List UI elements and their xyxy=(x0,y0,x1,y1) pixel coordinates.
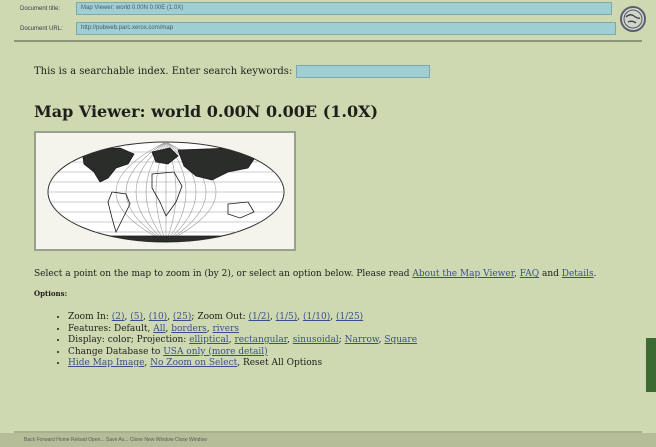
document-title-row: Document title: Map Viewer: world 0.00N … xyxy=(20,2,612,15)
display-label: Display: color; Projection: xyxy=(68,335,190,345)
options-list: Zoom In: (2), (5), (10), (25); Zoom Out:… xyxy=(34,312,624,370)
zoom-out-fifth-link[interactable]: (1/5) xyxy=(276,312,298,322)
features-all-link[interactable]: All xyxy=(153,324,165,334)
features-options-item: Features: Default, All, borders, rivers xyxy=(68,324,624,336)
no-zoom-on-select-link[interactable]: No Zoom on Select xyxy=(150,358,237,368)
scrollbar-thumb[interactable] xyxy=(646,338,656,392)
zoom-in-label: Zoom In: xyxy=(68,312,112,322)
browser-window: Document title: Map Viewer: world 0.00N … xyxy=(0,0,656,447)
features-rivers-link[interactable]: rivers xyxy=(212,324,239,334)
document-url-field[interactable]: http://pubweb.parc.xerox.com/map xyxy=(76,22,616,35)
page-content: This is a searchable index. Enter search… xyxy=(34,58,624,370)
zoom-out-half-link[interactable]: (1/2) xyxy=(248,312,270,322)
instructions-text: Select a point on the map to zoom in (by… xyxy=(34,269,413,279)
document-title-field[interactable]: Map Viewer: world 0.00N 0.00E (1.0X) xyxy=(76,2,612,15)
globe-icon[interactable] xyxy=(620,6,646,32)
zoom-in-25-link[interactable]: (25) xyxy=(173,312,191,322)
usa-database-link[interactable]: USA only (more detail) xyxy=(163,347,267,357)
projection-sinusoidal-link[interactable]: sinusoidal xyxy=(293,335,339,345)
document-url-row: Document URL: http://pubweb.parc.xerox.c… xyxy=(20,22,616,35)
zoom-out-label: Zoom Out: xyxy=(197,312,249,322)
zoom-options-item: Zoom In: (2), (5), (10), (25); Zoom Out:… xyxy=(68,312,624,324)
reset-options-text[interactable]: , Reset All Options xyxy=(237,358,322,368)
square-link[interactable]: Square xyxy=(384,335,417,345)
hide-map-image-link[interactable]: Hide Map Image xyxy=(68,358,144,368)
faq-link[interactable]: FAQ xyxy=(520,269,539,279)
browser-button-bar[interactable]: Back Forward Home Reload Open... Save As… xyxy=(0,433,656,447)
projection-elliptical-link[interactable]: elliptical xyxy=(189,335,229,345)
map-image-options-item: Hide Map Image, No Zoom on Select, Reset… xyxy=(68,358,624,370)
features-label: Features: Default, xyxy=(68,323,154,334)
database-label: Change Database to xyxy=(68,346,164,357)
search-input[interactable] xyxy=(296,65,431,78)
zoom-in-10-link[interactable]: (10) xyxy=(149,312,167,322)
document-url-label: Document URL: xyxy=(20,25,63,32)
narrow-link[interactable]: Narrow xyxy=(345,335,379,345)
header-divider xyxy=(14,40,642,42)
zoom-out-25th-link[interactable]: (1/25) xyxy=(336,312,363,322)
search-row: This is a searchable index. Enter search… xyxy=(34,65,624,78)
document-title-label: Document title: xyxy=(20,5,61,12)
options-heading: Options: xyxy=(34,289,68,298)
display-options-item: Display: color; Projection: elliptical, … xyxy=(68,335,624,347)
search-prompt: This is a searchable index. Enter search… xyxy=(34,66,293,77)
page-title: Map Viewer: world 0.00N 0.00E (1.0X) xyxy=(34,102,379,121)
world-map-image[interactable] xyxy=(34,131,296,251)
features-borders-link[interactable]: borders xyxy=(171,324,207,334)
zoom-in-5-link[interactable]: (5) xyxy=(130,312,143,322)
projection-rectangular-link[interactable]: rectangular xyxy=(234,335,287,345)
and-text: and xyxy=(539,269,562,279)
instructions-paragraph: Select a point on the map to zoom in (by… xyxy=(34,269,597,279)
zoom-out-tenth-link[interactable]: (1/10) xyxy=(303,312,330,322)
about-map-viewer-link[interactable]: About the Map Viewer xyxy=(412,269,514,279)
database-options-item: Change Database to USA only (more detail… xyxy=(68,347,624,359)
details-link[interactable]: Details xyxy=(562,269,594,279)
zoom-in-2-link[interactable]: (2) xyxy=(112,312,125,322)
